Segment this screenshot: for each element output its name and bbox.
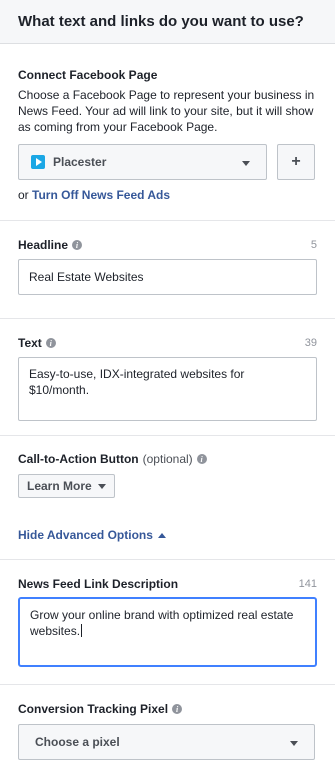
- section-header: What text and links do you want to use?: [0, 0, 335, 44]
- advanced-options-toggle-row: Hide Advanced Options: [0, 511, 335, 560]
- or-text: or: [18, 188, 29, 202]
- connect-page-label: Connect Facebook Page: [18, 68, 158, 82]
- info-icon[interactable]: i: [172, 704, 183, 714]
- text-textarea-value: Easy-to-use, IDX-integrated websites for…: [29, 367, 245, 397]
- text-cursor: [81, 624, 83, 637]
- headline-input[interactable]: Real Estate Websites: [18, 259, 317, 295]
- turn-off-news-feed-ads-link[interactable]: Turn Off News Feed Ads: [32, 188, 170, 202]
- headline-label: Headline: [18, 238, 69, 252]
- chevron-down-icon: [242, 161, 250, 166]
- headline-section: Headline i 5 Real Estate Websites: [0, 221, 335, 319]
- news-feed-link-label: News Feed Link Description: [18, 577, 179, 591]
- info-icon[interactable]: i: [72, 240, 83, 250]
- cta-dropdown-value: Learn More: [27, 479, 92, 493]
- hide-advanced-options-link[interactable]: Hide Advanced Options: [18, 528, 153, 542]
- conversion-pixel-section: Conversion Tracking Pixel i Choose a pix…: [0, 685, 335, 760]
- headline-char-count: 5: [310, 239, 317, 251]
- connect-page-description: Choose a Facebook Page to represent your…: [18, 88, 315, 134]
- connect-page-section: Connect Facebook Page Choose a Facebook …: [0, 44, 335, 221]
- news-feed-link-textarea-value: Grow your online brand with optimized re…: [30, 608, 294, 638]
- page-selector-value: Placester: [53, 155, 107, 169]
- pixel-selector-value: Choose a pixel: [35, 735, 120, 749]
- page-icon: [31, 155, 45, 169]
- text-char-count: 39: [304, 337, 317, 349]
- plus-icon: +: [291, 153, 301, 170]
- cta-dropdown[interactable]: Learn More: [18, 474, 115, 498]
- cta-label: Call-to-Action Button: [18, 452, 139, 466]
- section-title: What text and links do you want to use?: [18, 13, 304, 30]
- text-textarea[interactable]: Easy-to-use, IDX-integrated websites for…: [18, 357, 317, 421]
- cta-optional-label: (optional): [142, 452, 193, 466]
- chevron-up-icon[interactable]: [157, 532, 166, 538]
- info-icon[interactable]: i: [45, 338, 56, 348]
- text-label: Text: [18, 336, 42, 350]
- page-selector[interactable]: Placester: [18, 144, 267, 180]
- conversion-pixel-label: Conversion Tracking Pixel: [18, 702, 169, 716]
- chevron-down-icon: [97, 483, 106, 489]
- news-feed-link-textarea[interactable]: Grow your online brand with optimized re…: [18, 597, 317, 667]
- text-section: Text i 39 Easy-to-use, IDX-integrated we…: [0, 319, 335, 436]
- news-feed-link-char-count: 141: [298, 578, 317, 590]
- chevron-down-icon: [290, 741, 298, 746]
- info-icon[interactable]: i: [196, 454, 207, 464]
- add-page-button[interactable]: +: [277, 144, 315, 180]
- cta-section: Call-to-Action Button (optional) i Learn…: [0, 436, 335, 511]
- headline-input-value: Real Estate Websites: [29, 270, 144, 284]
- pixel-selector[interactable]: Choose a pixel: [18, 724, 315, 760]
- news-feed-link-section: News Feed Link Description 141 Grow your…: [0, 560, 335, 685]
